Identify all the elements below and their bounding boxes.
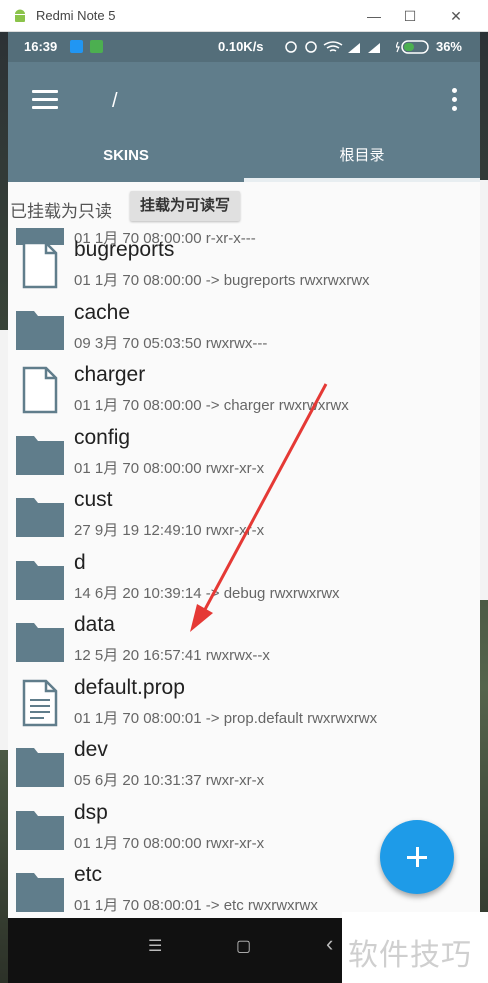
window-titlebar: Redmi Note 5 — ☐ ✕ xyxy=(0,0,488,32)
file-name: cust xyxy=(74,488,113,511)
list-item[interactable]: data 12 5月 20 16:57:41 rwxrwx--x xyxy=(8,609,480,671)
current-path: / xyxy=(112,90,118,112)
folder-icon xyxy=(16,873,64,912)
file-name: default.prop xyxy=(74,675,185,699)
notification-icon xyxy=(70,40,83,53)
status-icons xyxy=(285,41,380,53)
watermark: 软件技巧 xyxy=(342,912,488,983)
file-name: cache xyxy=(74,300,131,324)
file-icon xyxy=(22,241,58,289)
folder-icon xyxy=(16,435,64,475)
close-button[interactable]: ✕ xyxy=(444,4,468,28)
window-title: Redmi Note 5 xyxy=(36,8,116,23)
folder-icon xyxy=(16,498,64,537)
tab-skins[interactable]: SKINS xyxy=(8,144,244,182)
list-item[interactable]: default.prop 01 1月 70 08:00:01 -> prop.de… xyxy=(8,672,480,734)
file-name: dev xyxy=(74,738,108,761)
file-meta: 01 1月 70 08:00:00 rwxr-xr-x xyxy=(74,459,265,477)
battery-percent: 36% xyxy=(435,39,462,54)
list-item[interactable]: config 01 1月 70 08:00:00 rwxr-xr-x xyxy=(8,422,480,484)
file-meta: 14 6月 20 10:39:14 -> debug rwxrwxrwx xyxy=(74,584,340,602)
network-speed: 0.10K/s xyxy=(218,39,264,54)
file-list: 01 1月 70 08:00:00 r-xr-x--- bugreports 01… xyxy=(8,228,480,918)
plus-icon-stroke xyxy=(416,847,419,867)
file-meta: 01 1月 70 08:00:01 -> prop.default rwxrwx… xyxy=(74,709,378,727)
status-time: 16:39 xyxy=(24,39,58,54)
file-meta: 01 1月 70 08:00:00 rwxr-xr-x xyxy=(74,834,265,852)
file-name: data xyxy=(74,613,115,636)
status-bar: 16:39 0.10K/s 36% xyxy=(8,32,480,62)
file-meta: 05 6月 20 10:31:37 rwxr-xr-x xyxy=(74,772,265,789)
folder-icon xyxy=(16,560,64,600)
list-item[interactable]: dev 05 6月 20 10:31:37 rwxr-xr-x xyxy=(8,734,480,796)
file-name: charger xyxy=(74,363,146,386)
file-name: etc xyxy=(74,863,103,886)
hamburger-menu-icon[interactable] xyxy=(32,90,58,112)
file-meta: 09 3月 70 05:03:50 rwxrwx--- xyxy=(74,334,268,352)
file-name: bugreports xyxy=(74,238,175,261)
file-meta: 01 1月 70 08:00:00 -> charger rwxrwxrwx xyxy=(74,397,349,414)
notification-icon xyxy=(90,40,103,53)
document-icon xyxy=(22,679,58,726)
list-item[interactable]: bugreports 01 1月 70 08:00:00 -> bugreport… xyxy=(8,234,480,296)
recents-icon[interactable]: ☰ xyxy=(148,936,162,956)
file-name: config xyxy=(74,425,131,449)
home-icon[interactable]: ▢ xyxy=(236,936,251,956)
file-meta: 12 5月 20 16:57:41 rwxrwx--x xyxy=(74,647,270,664)
add-fab-button[interactable] xyxy=(380,820,454,894)
file-meta: 01 1月 70 08:00:00 -> bugreports rwxrwxrw… xyxy=(74,272,370,289)
folder-icon xyxy=(16,748,64,787)
file-meta: 27 9月 19 12:49:10 rwxr-xr-x xyxy=(74,522,265,539)
maximize-button[interactable]: ☐ xyxy=(398,4,422,28)
folder-icon xyxy=(16,310,64,350)
list-item[interactable]: d 14 6月 20 10:39:14 -> debug rwxrwxrwx xyxy=(8,547,480,609)
tab-root-directory[interactable]: 根目录 xyxy=(244,144,480,182)
folder-icon xyxy=(16,623,64,662)
list-item[interactable]: cust 27 9月 19 12:49:10 rwxr-xr-x xyxy=(8,484,480,546)
minimize-button[interactable]: — xyxy=(362,4,386,28)
more-options-icon[interactable] xyxy=(450,88,458,114)
mount-status-bar: 已挂载为只读 挂载为可读写 xyxy=(8,182,480,228)
battery-icon xyxy=(396,40,429,54)
back-icon[interactable]: ‹ xyxy=(326,931,333,957)
list-item[interactable]: cache 09 3月 70 05:03:50 rwxrwx--- xyxy=(8,297,480,359)
app-bar: / SKINS 根目录 xyxy=(8,62,480,182)
file-name: d xyxy=(74,550,86,574)
list-item[interactable]: charger 01 1月 70 08:00:00 -> charger rwxr… xyxy=(8,359,480,421)
file-icon xyxy=(22,366,58,414)
mount-readwrite-button[interactable]: 挂载为可读写 xyxy=(130,191,241,221)
folder-icon xyxy=(16,810,64,850)
mount-readonly-label: 已挂载为只读 xyxy=(10,202,112,221)
android-icon xyxy=(15,9,25,22)
file-name: dsp xyxy=(74,800,108,824)
file-meta: 01 1月 70 08:00:01 -> etc rwxrwxrwx xyxy=(74,897,318,914)
watermark-text: 软件技巧 xyxy=(348,939,472,972)
